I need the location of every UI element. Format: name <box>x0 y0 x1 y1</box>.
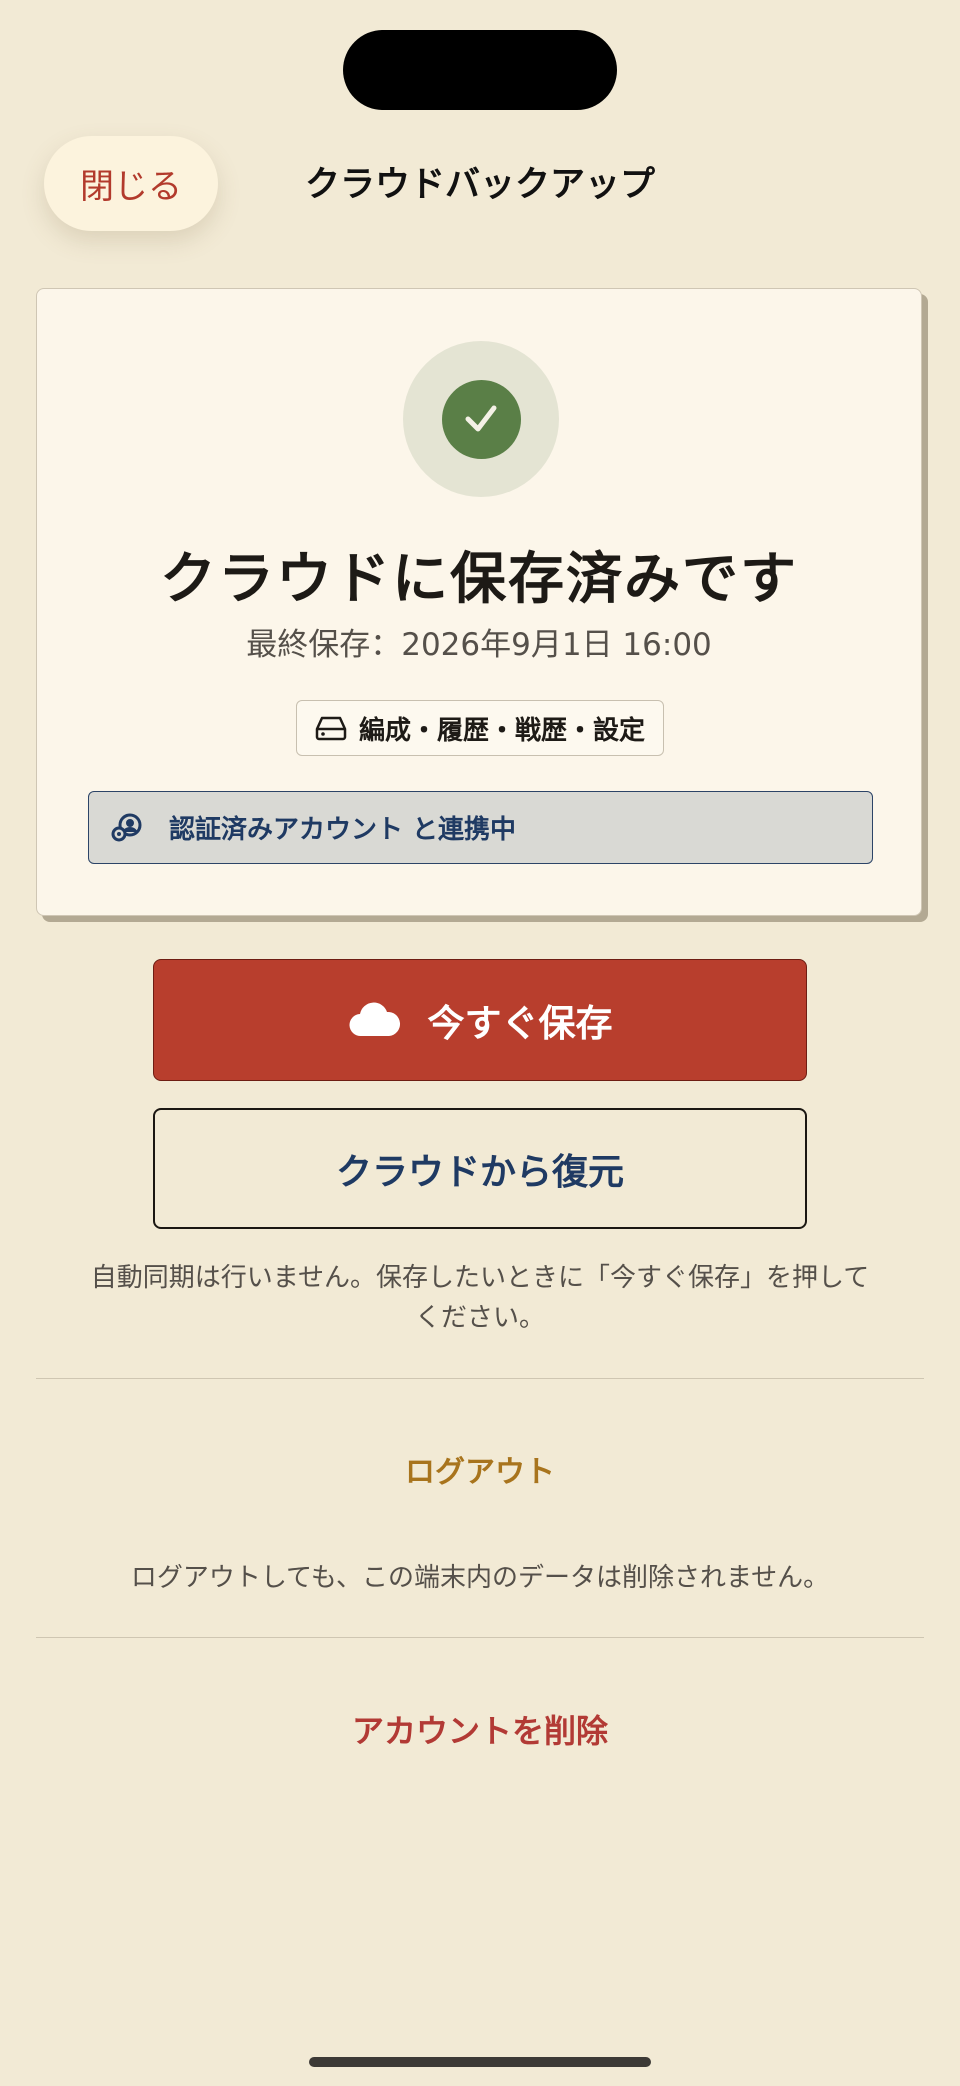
linked-account-banner: 認証済みアカウント と連携中 <box>88 791 873 864</box>
storage-icon <box>315 715 347 741</box>
backup-scope-label: 編成・履歴・戦歴・設定 <box>358 715 645 746</box>
last-saved-timestamp: 最終保存：2026年9月1日 16:00 <box>246 627 712 663</box>
restore-from-cloud-button[interactable]: クラウドから復元 <box>153 1108 807 1229</box>
status-badge <box>403 341 559 497</box>
save-now-label: 今すぐ保存 <box>427 1001 613 1045</box>
status-title: クラウドに保存済みです <box>160 546 798 612</box>
divider <box>36 1378 924 1379</box>
account-link-icon <box>111 812 143 844</box>
check-icon <box>441 379 521 459</box>
dynamic-island <box>343 30 617 110</box>
backup-status-card: クラウドに保存済みです 最終保存：2026年9月1日 16:00 編成・履歴・戦… <box>36 288 922 916</box>
cloud-icon <box>348 1002 402 1038</box>
logout-note: ログアウトしても、この端末内のデータは削除されません。 <box>130 1563 830 1593</box>
sync-note: 自動同期は行いません。保存したいときに「今すぐ保存」を押してください。 <box>90 1263 870 1333</box>
logout-button[interactable]: ログアウト <box>0 1447 960 1491</box>
page-title: クラウドバックアップ <box>304 165 655 205</box>
backup-scope-chip: 編成・履歴・戦歴・設定 <box>296 700 664 756</box>
save-now-button[interactable]: 今すぐ保存 <box>153 959 807 1081</box>
linked-account-label: 認証済みアカウント と連携中 <box>169 815 517 845</box>
home-indicator <box>309 2057 651 2067</box>
divider <box>36 1637 924 1638</box>
delete-account-button[interactable]: アカウントを削除 <box>0 1706 960 1752</box>
